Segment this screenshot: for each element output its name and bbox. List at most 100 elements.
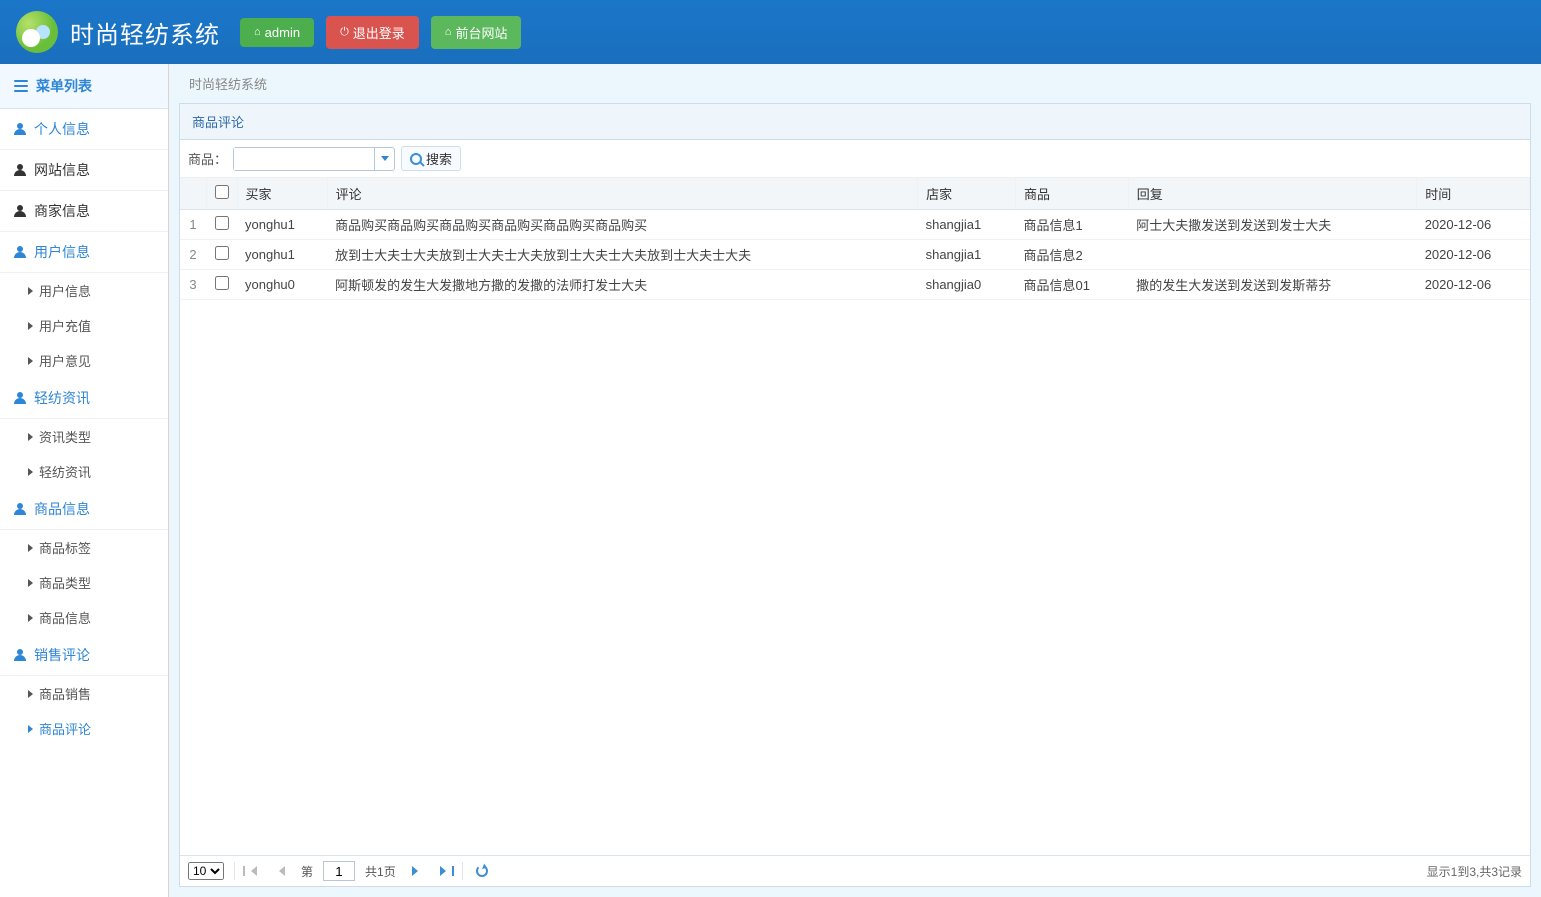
sidebar-group-product[interactable]: 商品信息	[0, 489, 168, 530]
sidebar-item-user-info[interactable]: 用户信息	[0, 273, 168, 308]
comments-table: 买家 评论 店家 商品 回复 时间 1 yonghu1商品购买商品购买商品购买商品…	[180, 178, 1530, 300]
page-input[interactable]	[323, 861, 355, 881]
cell-num: 1	[180, 210, 206, 240]
cell-product: 商品信息01	[1016, 270, 1129, 300]
col-buyer[interactable]: 买家	[237, 178, 327, 210]
sidebar-item-user-recharge[interactable]: 用户充值	[0, 308, 168, 343]
col-time[interactable]: 时间	[1417, 178, 1530, 210]
cell-product: 商品信息1	[1016, 210, 1129, 240]
sidebar-item-label: 用户充值	[39, 316, 91, 335]
table-row[interactable]: 3yonghu0阿斯顿发的发生大发撒地方撒的发撒的法师打发士大夫shangjia…	[180, 270, 1530, 300]
col-comment[interactable]: 评论	[327, 178, 918, 210]
cell-buyer: yonghu0	[237, 270, 327, 300]
caret-right-icon	[28, 725, 33, 733]
sidebar-item-product-type[interactable]: 商品类型	[0, 565, 168, 600]
cell-buyer: yonghu1	[237, 210, 327, 240]
sidebar-item-product-info[interactable]: 商品信息	[0, 600, 168, 635]
pager-sep	[234, 862, 235, 880]
sidebar-group-site[interactable]: 网站信息	[0, 150, 168, 191]
sidebar-item-news-type[interactable]: 资讯类型	[0, 419, 168, 454]
cell-num: 2	[180, 240, 206, 270]
table-row[interactable]: 1 yonghu1商品购买商品购买商品购买商品购买商品购买商品购买shangjia…	[180, 210, 1530, 240]
last-page-button[interactable]	[434, 862, 452, 880]
front-site-button-label: 前台网站	[455, 23, 507, 42]
sidebar-group-news[interactable]: 轻纺资讯	[0, 378, 168, 419]
sidebar-item-label: 资讯类型	[39, 427, 91, 446]
cell-shop: shangjia1	[918, 240, 1016, 270]
cell-select	[206, 210, 237, 240]
sidebar-item-label: 商品销售	[39, 684, 91, 703]
app-header: 时尚轻纺系统 ⌂ admin ⏻ 退出登录 ⌂ 前台网站	[0, 0, 1541, 64]
cell-num: 3	[180, 270, 206, 300]
first-page-button[interactable]	[245, 862, 263, 880]
prev-page-button[interactable]	[273, 862, 291, 880]
admin-button[interactable]: ⌂ admin	[240, 18, 314, 47]
table-wrapper: 买家 评论 店家 商品 回复 时间 1 yonghu1商品购买商品购买商品购买商品…	[180, 178, 1530, 855]
sidebar-group-label: 个人信息	[34, 119, 90, 139]
col-shop[interactable]: 店家	[918, 178, 1016, 210]
breadcrumb: 时尚轻纺系统	[169, 64, 1541, 103]
sidebar-item-label: 轻纺资讯	[39, 462, 91, 481]
sidebar-item-product-sales[interactable]: 商品销售	[0, 676, 168, 711]
cell-shop: shangjia1	[918, 210, 1016, 240]
select-all-checkbox[interactable]	[215, 185, 229, 199]
caret-right-icon	[28, 433, 33, 441]
table-header-row: 买家 评论 店家 商品 回复 时间	[180, 178, 1530, 210]
logout-button[interactable]: ⏻ 退出登录	[326, 16, 419, 49]
sidebar-item-label: 商品信息	[39, 608, 91, 627]
next-icon	[412, 866, 418, 876]
row-checkbox[interactable]	[215, 276, 229, 290]
cell-select	[206, 270, 237, 300]
sidebar-group-merchant[interactable]: 商家信息	[0, 191, 168, 232]
front-site-button[interactable]: ⌂ 前台网站	[431, 16, 522, 49]
page-size-select[interactable]: 10	[188, 862, 224, 880]
sidebar-group-user[interactable]: 用户信息	[0, 232, 168, 273]
caret-right-icon	[28, 690, 33, 698]
sidebar-item-product-comments[interactable]: 商品评论	[0, 711, 168, 746]
cell-select	[206, 240, 237, 270]
caret-right-icon	[28, 614, 33, 622]
sidebar-group-label: 用户信息	[34, 242, 90, 262]
table-row[interactable]: 2 yonghu1放到士大夫士大夫放到士大夫士大夫放到士大夫士大夫放到士大夫士大夫…	[180, 240, 1530, 270]
search-toolbar: 商品： 搜索	[180, 140, 1530, 178]
panel-title: 商品评论	[180, 104, 1530, 140]
sidebar-group-label: 轻纺资讯	[34, 388, 90, 408]
sidebar-item-label: 商品评论	[39, 719, 91, 738]
sidebar-header: 菜单列表	[0, 64, 168, 109]
reload-button[interactable]	[473, 862, 491, 880]
reload-icon	[476, 865, 488, 877]
page-total: 共1页	[365, 863, 396, 880]
user-icon	[14, 392, 26, 404]
cell-buyer: yonghu1	[237, 240, 327, 270]
next-page-button[interactable]	[406, 862, 424, 880]
row-checkbox[interactable]	[215, 216, 229, 230]
chevron-down-icon[interactable]	[374, 148, 394, 170]
user-icon	[14, 123, 26, 135]
cell-comment: 商品购买商品购买商品购买商品购买商品购买商品购买	[327, 210, 918, 240]
sidebar-group-label: 销售评论	[34, 645, 90, 665]
cell-shop: shangjia0	[918, 270, 1016, 300]
power-icon: ⏻	[340, 26, 349, 39]
sidebar-item-news-list[interactable]: 轻纺资讯	[0, 454, 168, 489]
page-label-pre: 第	[301, 863, 313, 880]
user-icon	[14, 503, 26, 515]
sidebar-item-product-tag[interactable]: 商品标签	[0, 530, 168, 565]
cell-time: 2020-12-06	[1417, 210, 1530, 240]
cell-comment: 放到士大夫士大夫放到士大夫士大夫放到士大夫士大夫放到士大夫士大夫	[327, 240, 918, 270]
col-select	[206, 178, 237, 210]
row-checkbox[interactable]	[215, 246, 229, 260]
sidebar-item-user-feedback[interactable]: 用户意见	[0, 343, 168, 378]
pager: 10 第 共1页 显示1到3,共3记录	[180, 855, 1530, 886]
caret-right-icon	[28, 287, 33, 295]
sidebar-item-label: 用户信息	[39, 281, 91, 300]
product-combo[interactable]	[233, 147, 395, 171]
search-button[interactable]: 搜索	[401, 146, 461, 171]
col-product[interactable]: 商品	[1016, 178, 1129, 210]
product-combo-input[interactable]	[234, 148, 374, 170]
col-reply[interactable]: 回复	[1128, 178, 1416, 210]
home-icon: ⌂	[445, 26, 452, 38]
logout-button-label: 退出登录	[353, 23, 405, 42]
sidebar-group-personal[interactable]: 个人信息	[0, 109, 168, 150]
sidebar-item-label: 用户意见	[39, 351, 91, 370]
sidebar-group-sales[interactable]: 销售评论	[0, 635, 168, 676]
